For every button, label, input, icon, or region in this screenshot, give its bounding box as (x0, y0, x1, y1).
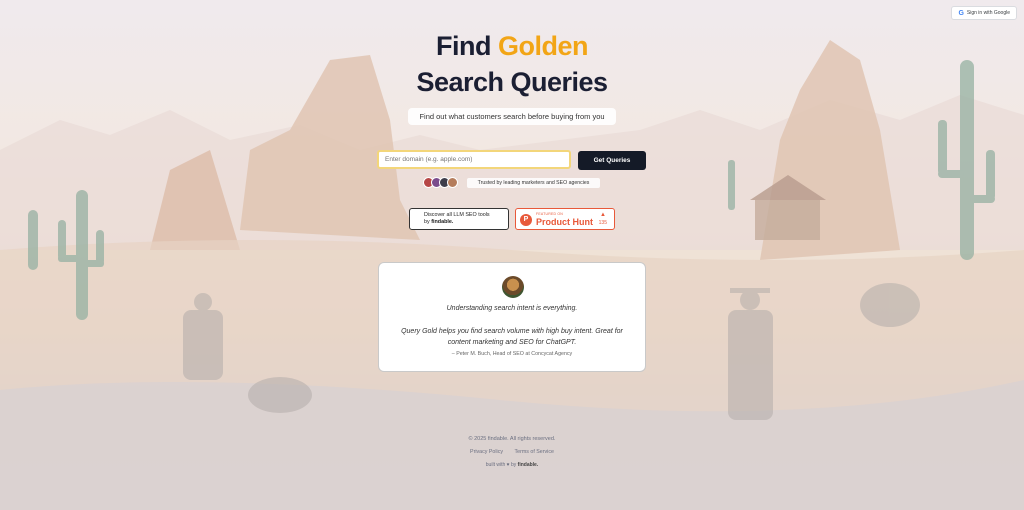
terms-of-service-link[interactable]: Terms of Service (515, 449, 554, 455)
domain-input[interactable] (377, 150, 571, 169)
title-line-1: Find Golden (436, 31, 588, 61)
product-hunt-label: Product Hunt (536, 217, 593, 227)
testimonial-card: Understanding search intent is everythin… (378, 262, 646, 372)
avatar (447, 177, 458, 188)
subtitle: Find out what customers search before bu… (408, 108, 616, 125)
testimonial-avatar (502, 276, 524, 298)
findable-link[interactable]: findable. (518, 462, 539, 468)
llm-badge-line-2: by findable. (424, 219, 454, 225)
sign-in-label: Sign in with Google (966, 10, 1010, 16)
copyright: © 2025 findable. All rights reserved. (468, 436, 556, 442)
product-hunt-icon: P (520, 214, 532, 226)
built-with-credit: built with ♥ by findable. (485, 462, 539, 468)
page-title: Find Golden Search Queries (0, 28, 1024, 100)
title-line-2: Search Queries (416, 67, 608, 97)
product-hunt-badge[interactable]: P FEATURED ON Product Hunt ▲ 135 (515, 208, 615, 230)
testimonial-lead: Understanding search intent is everythin… (446, 305, 578, 312)
trusted-by-text: Trusted by leading marketers and SEO age… (467, 178, 600, 188)
llm-badge-line-1: Discover all LLM SEO tools (424, 212, 490, 218)
featured-on-label: FEATURED ON (536, 212, 564, 216)
get-queries-button[interactable]: Get Queries (578, 151, 646, 170)
upvote-count: 135 (598, 220, 607, 226)
footer-links: Privacy Policy Terms of Service (0, 449, 1024, 455)
google-icon: G (958, 9, 964, 17)
privacy-policy-link[interactable]: Privacy Policy (470, 449, 503, 455)
testimonial-attribution: – Peter M. Buch, Head of SEO at Concycat… (451, 351, 573, 357)
sign-in-with-google-button[interactable]: G Sign in with Google (951, 6, 1017, 20)
upvote-arrow-icon: ▲ (600, 212, 606, 218)
llm-seo-tools-badge[interactable]: Discover all LLM SEO tools by findable. (409, 208, 509, 230)
testimonial-body: Query Gold helps you find search volume … (401, 328, 623, 346)
